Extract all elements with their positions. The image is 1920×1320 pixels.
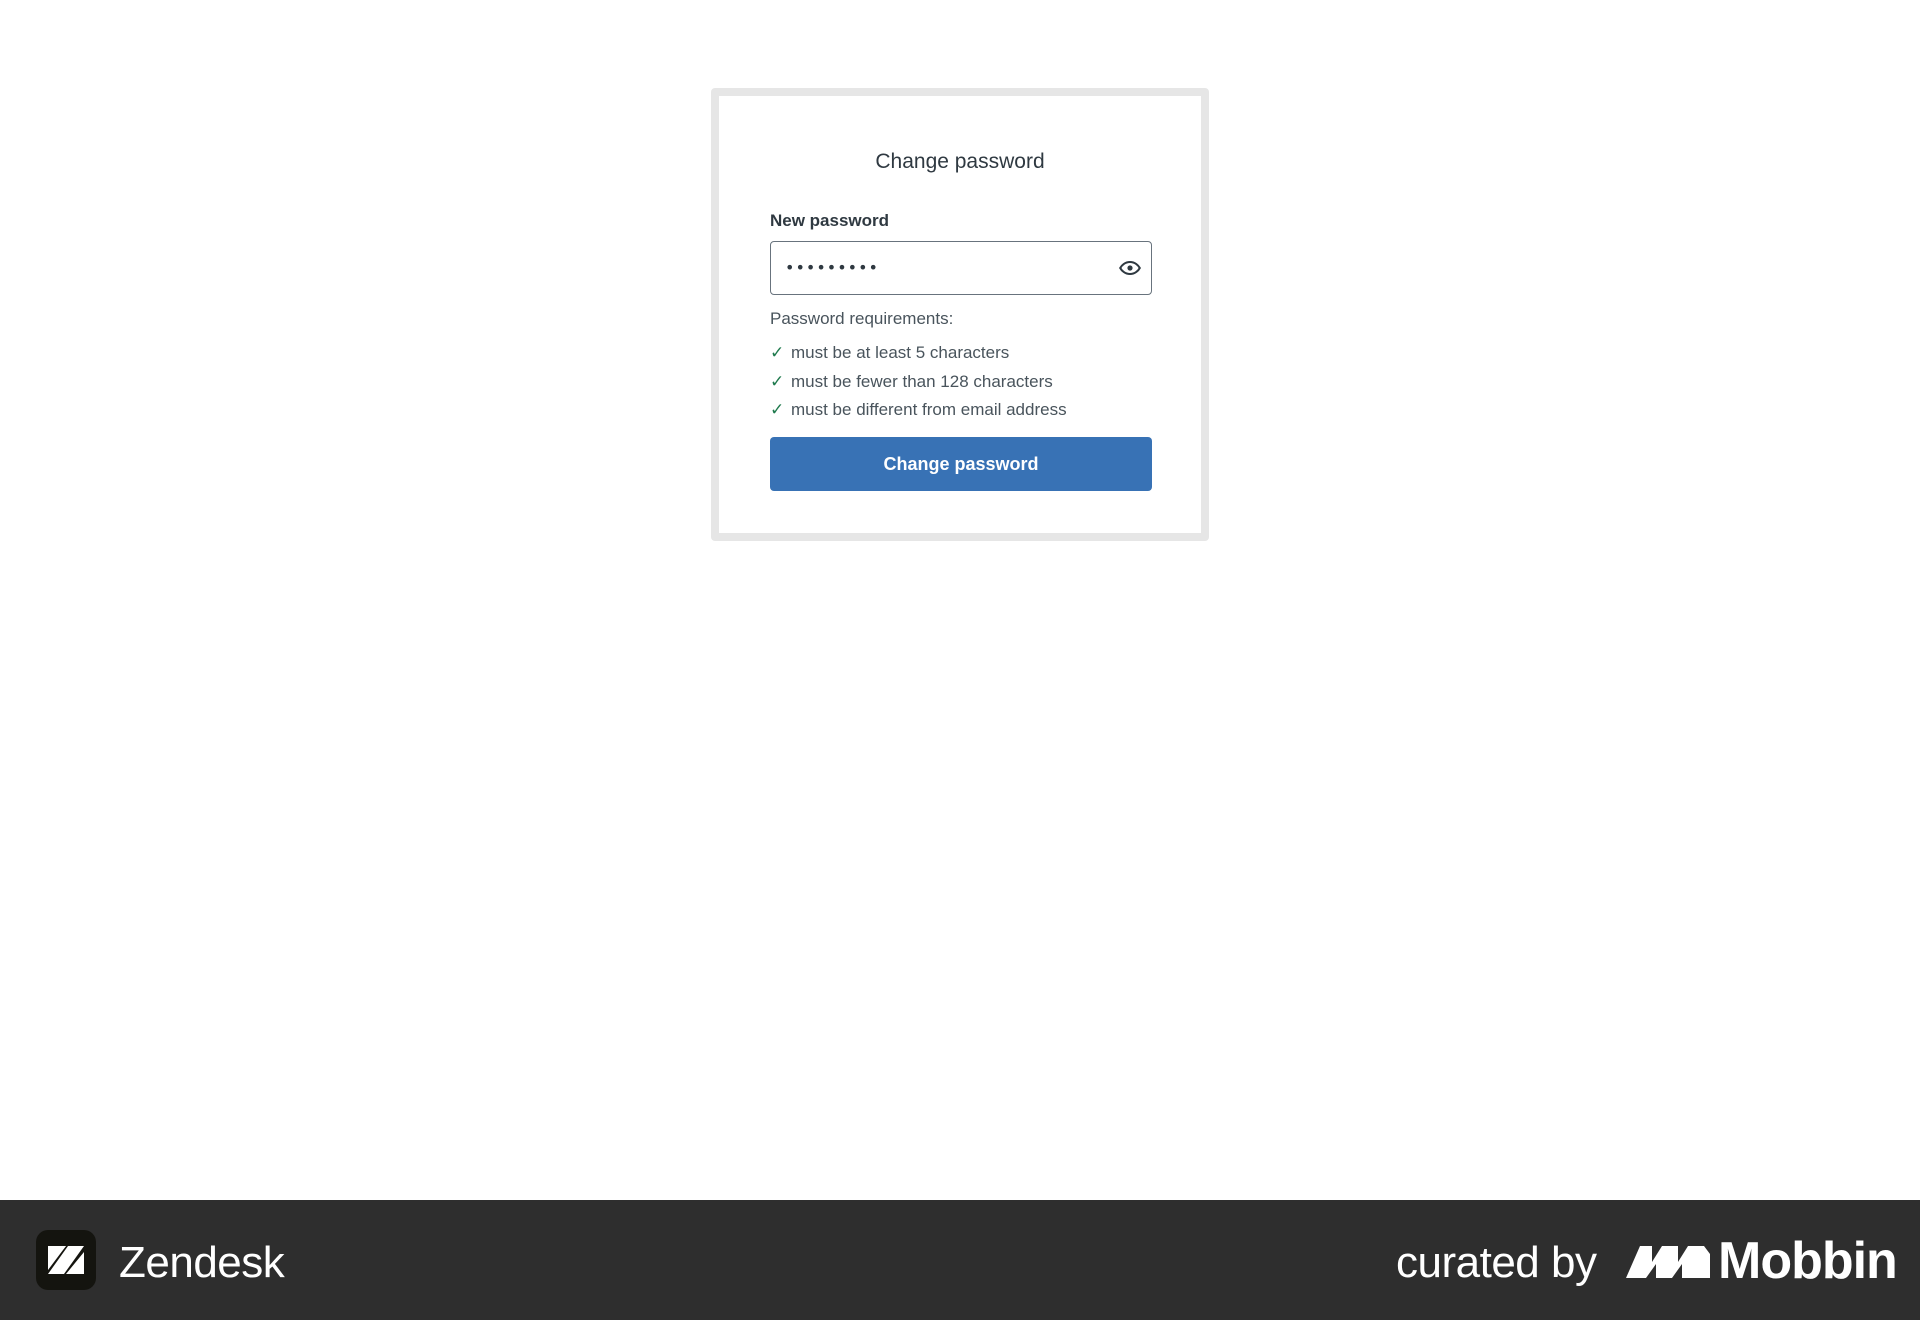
requirement-text: must be fewer than 128 characters — [791, 371, 1053, 391]
requirement-item: ✓ must be at least 5 characters — [770, 339, 1067, 368]
requirement-text: must be different from email address — [791, 400, 1067, 420]
requirements-list: ✓ must be at least 5 characters ✓ must b… — [770, 339, 1067, 425]
eye-icon[interactable] — [1117, 255, 1143, 281]
checkmark-icon: ✓ — [770, 371, 785, 392]
new-password-label: New password — [770, 211, 890, 230]
checkmark-icon: ✓ — [770, 343, 785, 364]
new-password-input[interactable] — [785, 242, 1105, 293]
mobbin-logo-icon — [1626, 1240, 1710, 1280]
curator-name: Mobbin — [1718, 1232, 1898, 1290]
requirements-title: Password requirements: — [770, 309, 954, 328]
checkmark-icon: ✓ — [770, 400, 785, 421]
curated-by-text: curated by — [1396, 1238, 1597, 1287]
requirement-text: must be at least 5 characters — [791, 343, 1010, 363]
card-title: Change password — [875, 150, 1045, 173]
new-password-field-wrapper — [770, 241, 1152, 295]
zendesk-logo-icon — [36, 1230, 96, 1290]
change-password-card: Change password New password Password re… — [711, 88, 1209, 541]
footer-banner: Zendesk curated by Mobbin — [0, 1200, 1920, 1320]
page: Change password New password Password re… — [0, 0, 1920, 1320]
requirement-item: ✓ must be different from email address — [770, 396, 1067, 425]
requirement-item: ✓ must be fewer than 128 characters — [770, 368, 1067, 397]
brand-name: Zendesk — [119, 1238, 285, 1287]
change-password-button[interactable]: Change password — [770, 437, 1152, 491]
